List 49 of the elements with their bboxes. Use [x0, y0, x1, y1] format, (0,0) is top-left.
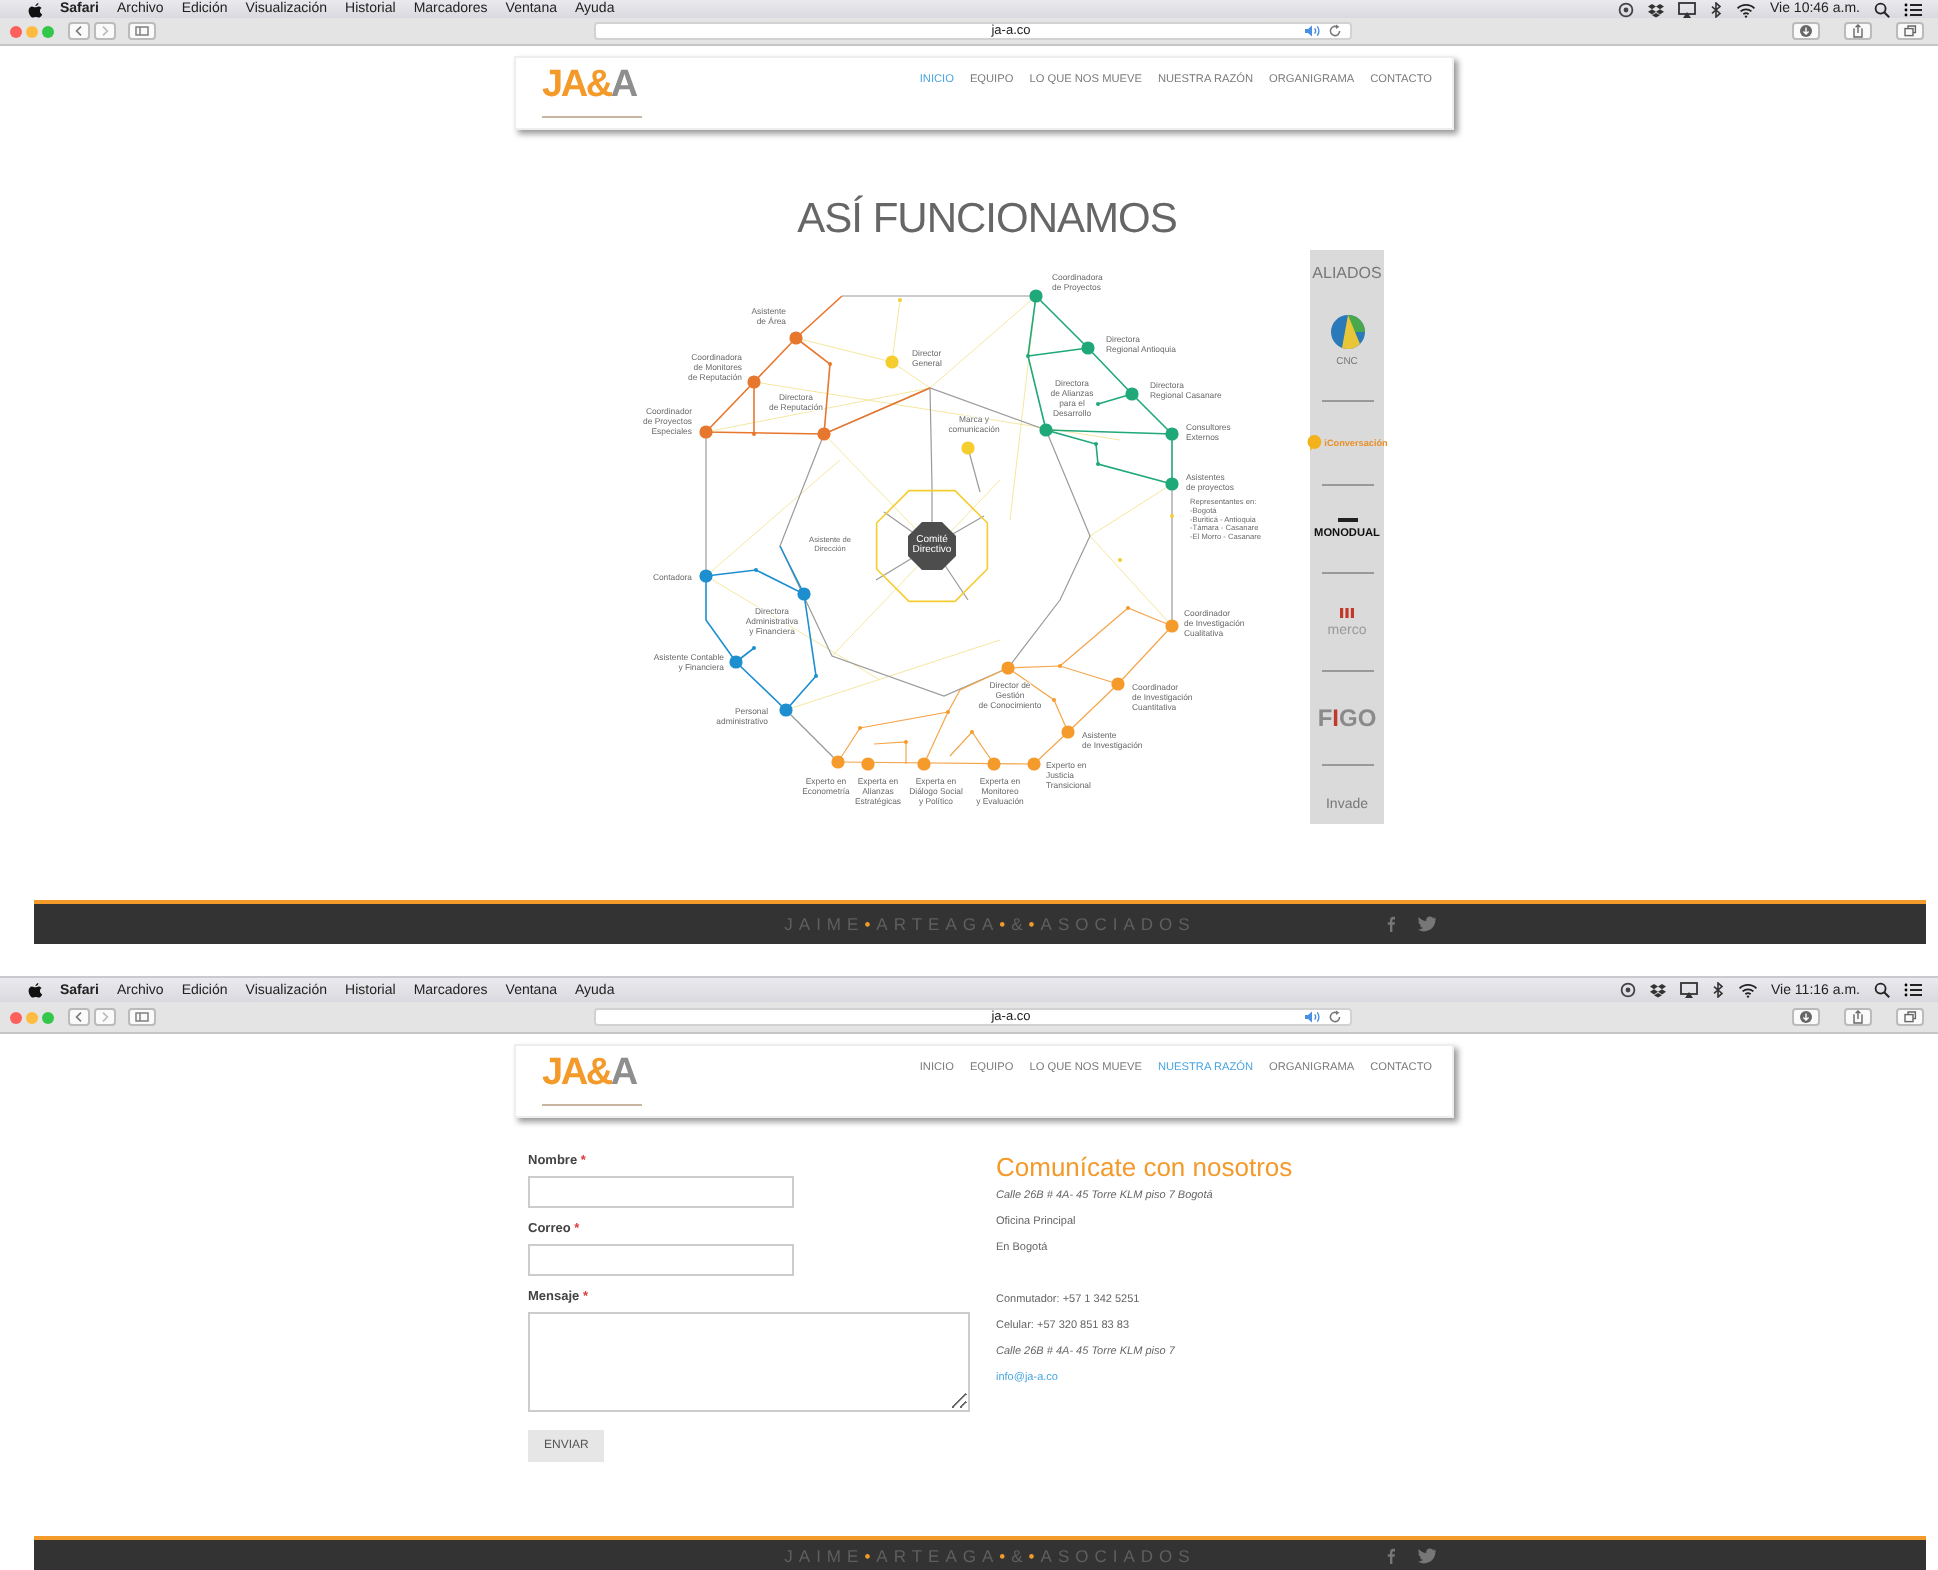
- partner-name: FIGO: [1317, 703, 1377, 732]
- panel-title: ALIADOS: [1312, 264, 1382, 282]
- twitter-icon[interactable]: [1415, 916, 1436, 932]
- display-icon[interactable]: [1679, 982, 1697, 998]
- ring-icon[interactable]: [1619, 982, 1635, 998]
- box-icon[interactable]: [1649, 982, 1665, 998]
- octagon-outline: [875, 489, 989, 603]
- wifi-icon[interactable]: [1737, 982, 1757, 998]
- back-button[interactable]: [68, 22, 90, 40]
- menu-icon[interactable]: [1904, 1, 1922, 17]
- menu-icon[interactable]: [1904, 982, 1922, 998]
- text-field[interactable]: [528, 1176, 794, 1208]
- ring-icon[interactable]: [1617, 1, 1634, 17]
- facebook-icon[interactable]: [1385, 1547, 1396, 1563]
- download-button[interactable]: [1792, 22, 1820, 40]
- close-button[interactable]: [10, 25, 22, 37]
- speech-bubble-icon: [1306, 434, 1323, 453]
- facebook-icon[interactable]: [1385, 916, 1396, 932]
- apple-icon[interactable]: [28, 1, 42, 17]
- message-field[interactable]: [528, 1312, 970, 1412]
- forward-button[interactable]: [94, 1008, 116, 1026]
- reload-icon[interactable]: [1328, 24, 1342, 38]
- sidebar-button[interactable]: [128, 22, 156, 40]
- back-button[interactable]: [68, 1008, 90, 1026]
- display-icon[interactable]: [1677, 1, 1696, 17]
- twitter-icon[interactable]: [1415, 1547, 1436, 1563]
- tabs-button[interactable]: [1896, 22, 1924, 40]
- section-heading: Comunícate con nosotros: [996, 1154, 1293, 1182]
- share-button[interactable]: [1844, 1008, 1872, 1026]
- bar-icon: [1337, 518, 1357, 523]
- speaker-icon[interactable]: [1304, 24, 1322, 38]
- text-field[interactable]: [528, 1244, 794, 1276]
- box-icon[interactable]: [1647, 1, 1664, 17]
- reload-icon[interactable]: [1328, 1010, 1342, 1024]
- search-icon[interactable]: [1874, 1, 1890, 17]
- forward-button[interactable]: [94, 22, 116, 40]
- tabs-button[interactable]: [1896, 1008, 1924, 1026]
- wifi-icon[interactable]: [1735, 1, 1756, 17]
- close-button[interactable]: [10, 1011, 22, 1023]
- speaker-icon[interactable]: [1304, 1010, 1322, 1024]
- bluetooth-icon[interactable]: [1709, 1, 1722, 17]
- search-icon[interactable]: [1874, 982, 1890, 998]
- sidebar-button[interactable]: [128, 1008, 156, 1026]
- page-title: ASÍ FUNCIONAMOS: [795, 196, 1179, 244]
- circle-logo-icon: [1329, 314, 1365, 351]
- bars-icon: [1339, 607, 1354, 618]
- apple-icon[interactable]: [28, 982, 42, 998]
- bluetooth-icon[interactable]: [1711, 982, 1723, 998]
- download-button[interactable]: [1792, 1008, 1820, 1026]
